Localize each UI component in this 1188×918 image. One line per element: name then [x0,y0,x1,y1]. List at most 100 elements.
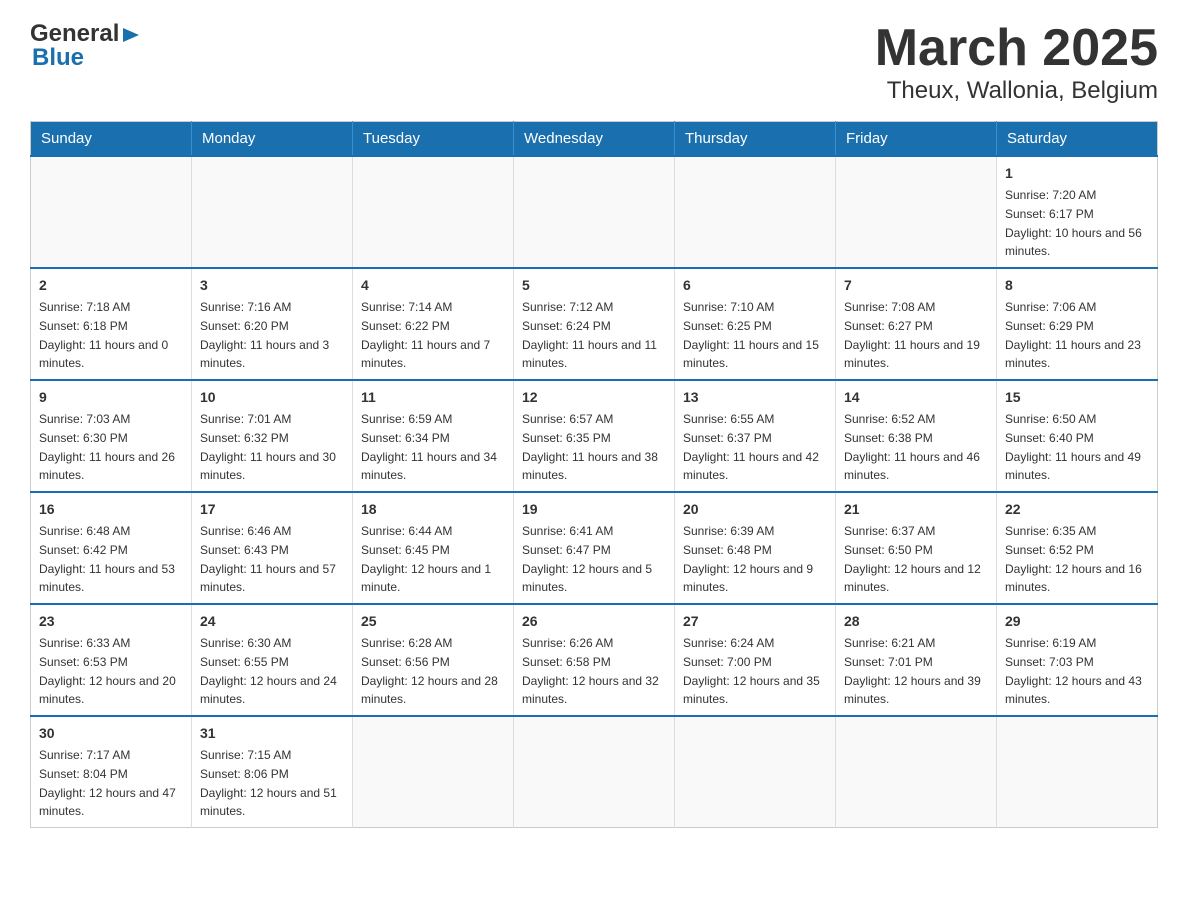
day-number: 25 [361,611,505,632]
day-number: 15 [1005,387,1149,408]
day-info: Sunrise: 7:17 AMSunset: 8:04 PMDaylight:… [39,748,176,818]
calendar-cell: 7Sunrise: 7:08 AMSunset: 6:27 PMDaylight… [836,268,997,380]
calendar-cell: 19 Sunrise: 6:41 AMSunset: 6:47 PMDayligh… [514,492,675,604]
calendar-cell: 28 Sunrise: 6:21 AMSunset: 7:01 PMDayligh… [836,604,997,716]
calendar-cell [353,716,514,828]
day-number: 28 [844,611,988,632]
day-info: Sunrise: 7:14 AMSunset: 6:22 PMDaylight:… [361,300,490,370]
day-number: 20 [683,499,827,520]
day-number: 13 [683,387,827,408]
calendar-cell: 1Sunrise: 7:20 AMSunset: 6:17 PMDaylight… [997,156,1158,268]
day-number: 30 [39,723,183,744]
day-info: Sunrise: 6:59 AMSunset: 6:34 PMDaylight:… [361,412,497,482]
day-number: 23 [39,611,183,632]
day-info: Sunrise: 6:37 AMSunset: 6:50 PMDaylight:… [844,524,981,594]
day-info: Sunrise: 6:30 AMSunset: 6:55 PMDaylight:… [200,636,337,706]
calendar-header-thursday: Thursday [675,122,836,157]
calendar-cell: 29 Sunrise: 6:19 AMSunset: 7:03 PMDayligh… [997,604,1158,716]
calendar-cell: 15 Sunrise: 6:50 AMSunset: 6:40 PMDayligh… [997,380,1158,492]
day-number: 29 [1005,611,1149,632]
day-info: Sunrise: 6:26 AMSunset: 6:58 PMDaylight:… [522,636,659,706]
calendar-cell: 22Sunrise: 6:35 AMSunset: 6:52 PMDayligh… [997,492,1158,604]
calendar-cell [31,156,192,268]
day-number: 11 [361,387,505,408]
calendar-cell: 4 Sunrise: 7:14 AMSunset: 6:22 PMDaylight… [353,268,514,380]
page-title: March 2025 [875,20,1158,77]
calendar-header-row: SundayMondayTuesdayWednesdayThursdayFrid… [31,122,1158,157]
logo-arrow-icon [121,24,143,46]
day-info: Sunrise: 6:50 AMSunset: 6:40 PMDaylight:… [1005,412,1141,482]
calendar-cell: 5Sunrise: 7:12 AMSunset: 6:24 PMDaylight… [514,268,675,380]
calendar-cell [192,156,353,268]
day-number: 1 [1005,163,1149,184]
day-info: Sunrise: 6:28 AMSunset: 6:56 PMDaylight:… [361,636,498,706]
calendar-header-saturday: Saturday [997,122,1158,157]
calendar-week-2: 9 Sunrise: 7:03 AMSunset: 6:30 PMDaylight… [31,380,1158,492]
calendar-cell [675,156,836,268]
calendar-header-wednesday: Wednesday [514,122,675,157]
calendar-week-1: 2Sunrise: 7:18 AMSunset: 6:18 PMDaylight… [31,268,1158,380]
calendar-cell [997,716,1158,828]
calendar-cell: 18Sunrise: 6:44 AMSunset: 6:45 PMDayligh… [353,492,514,604]
day-number: 8 [1005,275,1149,296]
calendar-cell: 23 Sunrise: 6:33 AMSunset: 6:53 PMDayligh… [31,604,192,716]
calendar-week-3: 16Sunrise: 6:48 AMSunset: 6:42 PMDayligh… [31,492,1158,604]
day-info: Sunrise: 6:46 AMSunset: 6:43 PMDaylight:… [200,524,336,594]
day-number: 5 [522,275,666,296]
calendar-header-friday: Friday [836,122,997,157]
day-info: Sunrise: 6:19 AMSunset: 7:03 PMDaylight:… [1005,636,1142,706]
day-info: Sunrise: 6:35 AMSunset: 6:52 PMDaylight:… [1005,524,1142,594]
day-info: Sunrise: 7:03 AMSunset: 6:30 PMDaylight:… [39,412,175,482]
logo-blue-text: Blue [32,44,84,72]
calendar-cell: 11 Sunrise: 6:59 AMSunset: 6:34 PMDayligh… [353,380,514,492]
day-info: Sunrise: 7:01 AMSunset: 6:32 PMDaylight:… [200,412,336,482]
day-number: 3 [200,275,344,296]
calendar-cell [836,156,997,268]
day-info: Sunrise: 6:57 AMSunset: 6:35 PMDaylight:… [522,412,658,482]
day-number: 21 [844,499,988,520]
calendar-cell: 8Sunrise: 7:06 AMSunset: 6:29 PMDaylight… [997,268,1158,380]
calendar-cell: 17 Sunrise: 6:46 AMSunset: 6:43 PMDayligh… [192,492,353,604]
day-info: Sunrise: 6:21 AMSunset: 7:01 PMDaylight:… [844,636,981,706]
day-info: Sunrise: 7:16 AMSunset: 6:20 PMDaylight:… [200,300,329,370]
calendar-cell: 10 Sunrise: 7:01 AMSunset: 6:32 PMDayligh… [192,380,353,492]
day-number: 18 [361,499,505,520]
calendar-cell: 9 Sunrise: 7:03 AMSunset: 6:30 PMDaylight… [31,380,192,492]
calendar-table: SundayMondayTuesdayWednesdayThursdayFrid… [30,121,1158,828]
calendar-cell: 13 Sunrise: 6:55 AMSunset: 6:37 PMDayligh… [675,380,836,492]
day-number: 27 [683,611,827,632]
calendar-cell: 20 Sunrise: 6:39 AMSunset: 6:48 PMDayligh… [675,492,836,604]
day-info: Sunrise: 7:10 AMSunset: 6:25 PMDaylight:… [683,300,819,370]
calendar-header-sunday: Sunday [31,122,192,157]
calendar-cell: 25 Sunrise: 6:28 AMSunset: 6:56 PMDayligh… [353,604,514,716]
day-number: 19 [522,499,666,520]
logo: General Blue [30,20,143,72]
calendar-body: 1Sunrise: 7:20 AMSunset: 6:17 PMDaylight… [31,156,1158,828]
day-info: Sunrise: 7:18 AMSunset: 6:18 PMDaylight:… [39,300,168,370]
calendar-cell: 31Sunrise: 7:15 AMSunset: 8:06 PMDayligh… [192,716,353,828]
calendar-cell [836,716,997,828]
calendar-week-0: 1Sunrise: 7:20 AMSunset: 6:17 PMDaylight… [31,156,1158,268]
day-number: 14 [844,387,988,408]
calendar-cell: 2Sunrise: 7:18 AMSunset: 6:18 PMDaylight… [31,268,192,380]
day-number: 4 [361,275,505,296]
day-number: 17 [200,499,344,520]
day-info: Sunrise: 6:41 AMSunset: 6:47 PMDaylight:… [522,524,652,594]
calendar-cell: 30 Sunrise: 7:17 AMSunset: 8:04 PMDayligh… [31,716,192,828]
day-number: 12 [522,387,666,408]
day-info: Sunrise: 6:39 AMSunset: 6:48 PMDaylight:… [683,524,813,594]
calendar-cell: 14Sunrise: 6:52 AMSunset: 6:38 PMDayligh… [836,380,997,492]
calendar-cell: 27Sunrise: 6:24 AMSunset: 7:00 PMDayligh… [675,604,836,716]
calendar-cell: 21 Sunrise: 6:37 AMSunset: 6:50 PMDayligh… [836,492,997,604]
page-header: General Blue March 2025 Theux, Wallonia,… [30,20,1158,105]
day-info: Sunrise: 7:15 AMSunset: 8:06 PMDaylight:… [200,748,337,818]
calendar-cell: 12 Sunrise: 6:57 AMSunset: 6:35 PMDayligh… [514,380,675,492]
day-info: Sunrise: 6:55 AMSunset: 6:37 PMDaylight:… [683,412,819,482]
calendar-header-monday: Monday [192,122,353,157]
page-subtitle: Theux, Wallonia, Belgium [875,77,1158,105]
day-info: Sunrise: 6:33 AMSunset: 6:53 PMDaylight:… [39,636,176,706]
day-number: 9 [39,387,183,408]
day-number: 10 [200,387,344,408]
calendar-week-5: 30 Sunrise: 7:17 AMSunset: 8:04 PMDayligh… [31,716,1158,828]
calendar-cell [514,716,675,828]
